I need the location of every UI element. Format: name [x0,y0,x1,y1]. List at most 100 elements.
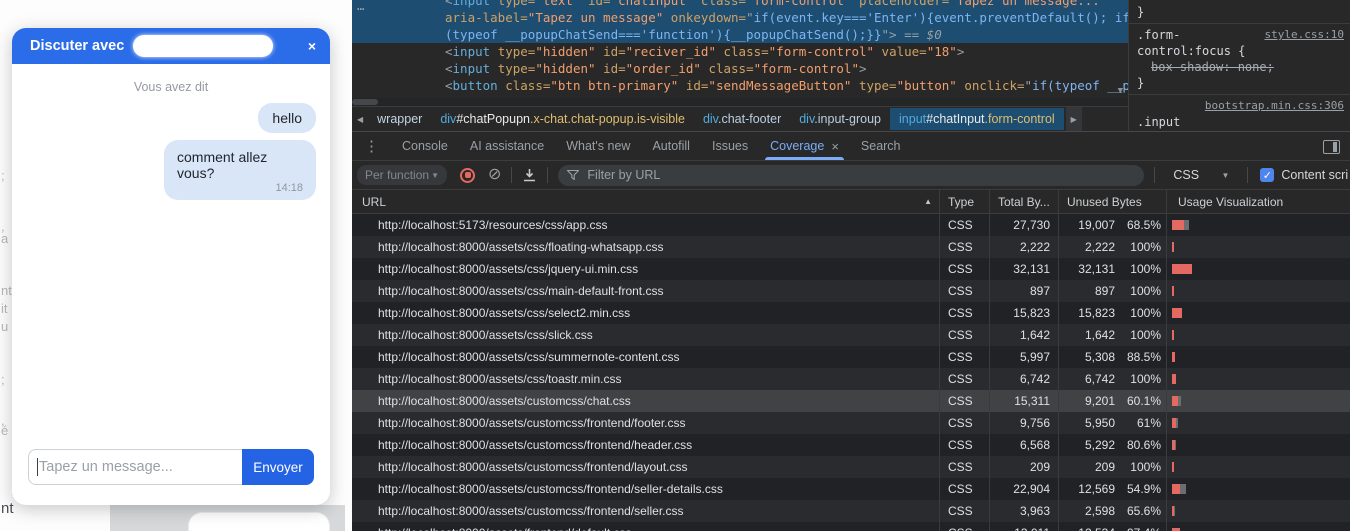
chat-message-time: 14:18 [275,182,303,194]
breadcrumb-item[interactable]: div#chatPopupn.x-chat.chat-popup.is-visi… [431,108,694,130]
cell-type: CSS [940,368,990,390]
dom-tree-node[interactable]: <input type="hidden" id="order_id" class… [445,60,1128,77]
cell-url: http://localhost:8000/assets/frontend/de… [352,522,940,531]
scroll-down-icon[interactable]: ▼ [1118,86,1123,96]
css-selector[interactable]: control:focus { [1137,43,1344,59]
table-row[interactable]: http://localhost:8000/assets/css/slick.c… [352,324,1350,346]
cell-unused-bytes: 12,53497.4% [1059,522,1167,531]
cell-unused-bytes: 2,222 100% [1059,236,1167,258]
column-header-type[interactable]: Type [940,190,990,213]
cell-unused-bytes: 1,642 100% [1059,324,1167,346]
cell-unused-bytes: 15,823 100% [1059,302,1167,324]
style-source-link[interactable]: style.css:10 [1265,27,1344,43]
cell-url: http://localhost:5173/resources/css/app.… [352,214,940,236]
dom-tree-node[interactable]: <button class="btn btn-primary" id="send… [445,77,1128,94]
table-row[interactable]: http://localhost:8000/assets/css/main-de… [352,280,1350,302]
cell-usage-visualization [1167,412,1350,434]
table-row[interactable]: http://localhost:8000/assets/css/select2… [352,302,1350,324]
table-row[interactable]: http://localhost:8000/assets/customcss/f… [352,478,1350,500]
coverage-scope-select[interactable]: Per function ▼ [357,165,447,185]
cell-unused-bytes: 5,308 88.5% [1059,346,1167,368]
cell-total-bytes: 3,963 [990,500,1059,522]
export-download-icon[interactable] [522,168,537,182]
content-scripts-checkbox[interactable]: ✓ [1260,168,1275,182]
table-row[interactable]: http://localhost:8000/assets/customcss/f… [352,500,1350,522]
table-row[interactable]: http://localhost:5173/resources/css/app.… [352,214,1350,236]
column-header-usage-visualization[interactable]: Usage Visualization [1167,190,1350,213]
cell-type: CSS [940,302,990,324]
column-header-total-bytes[interactable]: Total By... [990,190,1059,213]
table-row[interactable]: http://localhost:8000/assets/customcss/c… [352,390,1350,412]
css-selector[interactable]: .input [1137,114,1344,130]
tab-search[interactable]: Search [850,132,912,160]
usage-bar [1172,484,1186,494]
more-tabs-icon[interactable]: ⋮ [352,137,391,155]
column-header-unused-bytes[interactable]: Unused Bytes [1059,190,1167,213]
scrollbar-thumb[interactable] [352,99,378,105]
tab-ai-assistance[interactable]: AI assistance [459,132,555,160]
table-row[interactable]: http://localhost:8000/assets/customcss/f… [352,412,1350,434]
tab-autofill[interactable]: Autofill [641,132,701,160]
dom-tree-node[interactable]: <input type="text" id="chatInput" class=… [445,0,1128,9]
usage-bar [1172,242,1174,252]
breadcrumb-item[interactable]: input#chatInput.form-control [890,108,1064,130]
table-row[interactable]: http://localhost:8000/assets/css/summern… [352,346,1350,368]
chat-message-input[interactable] [28,449,242,485]
usage-bar [1172,352,1176,362]
coverage-table: URL ▲ Type Total By... Unused Bytes Usag… [352,190,1350,531]
sort-ascending-icon: ▲ [924,197,932,206]
filter-by-url-input[interactable]: Filter by URL [558,164,1145,186]
cell-usage-visualization [1167,346,1350,368]
breadcrumb-item[interactable]: div.chat-footer [694,108,790,130]
close-icon[interactable]: × [831,139,839,154]
page-text-fragment: nt [1,283,12,298]
column-label: Usage Visualization [1178,194,1284,209]
cell-unused-bytes: 897 100% [1059,280,1167,302]
collapsed-ellipsis[interactable]: … [357,0,366,13]
table-row[interactable]: http://localhost:8000/assets/css/floatin… [352,236,1350,258]
tab-what-s-new[interactable]: What's new [555,132,641,160]
table-row[interactable]: http://localhost:8000/assets/customcss/f… [352,434,1350,456]
page-text-fragment: nt [1,500,14,517]
cell-url: http://localhost:8000/assets/css/slick.c… [352,324,940,346]
cell-url: http://localhost:8000/assets/customcss/c… [352,390,940,412]
close-icon[interactable]: × [308,38,316,54]
breadcrumb-scroll-right-icon[interactable]: ▶ [1065,107,1082,131]
style-source-link[interactable]: bootstrap.min.css:306 [1205,98,1344,114]
cell-unused-bytes: 2,598 65.6% [1059,500,1167,522]
clear-coverage-icon[interactable]: ⊘ [488,167,501,183]
record-coverage-icon[interactable] [460,167,475,183]
table-row[interactable]: http://localhost:8000/assets/css/jquery-… [352,258,1350,280]
table-row[interactable]: http://localhost:8000/assets/frontend/de… [352,522,1350,531]
dock-side-icon[interactable] [1323,140,1340,154]
css-declaration-strikethrough[interactable]: box-shadow: none; [1137,59,1344,75]
send-button[interactable]: Envoyer [242,449,314,485]
cell-url: http://localhost:8000/assets/css/summern… [352,346,940,368]
chat-title: Discuter avec [30,38,125,54]
dom-tree-node[interactable]: <input type="hidden" id="reciver_id" cla… [445,43,1128,60]
dom-tree-node[interactable]: (typeof __popupChatSend==='function'){__… [445,26,1128,43]
column-label: URL [362,194,387,209]
css-selector[interactable]: .form- [1137,28,1180,42]
tab-coverage[interactable]: Coverage × [759,132,850,160]
breadcrumb-scroll-left-icon[interactable]: ◀ [352,115,368,124]
cell-unused-bytes: 32,131 100% [1059,258,1167,280]
table-header-row: URL ▲ Type Total By... Unused Bytes Usag… [352,190,1350,214]
dom-tree-node[interactable]: aria-label="Tapez un message" onkeydown=… [445,9,1128,26]
tab-console[interactable]: Console [391,132,459,160]
toolbar-divider [1154,167,1156,183]
tab-issues[interactable]: Issues [701,132,759,160]
breadcrumb-item[interactable]: div.input-group [790,108,890,130]
cell-type: CSS [940,280,990,302]
chat-message-bubble: comment allez vous? 14:18 [164,140,316,200]
column-header-url[interactable]: URL ▲ [352,190,940,213]
cell-usage-visualization [1167,434,1350,456]
chat-header: Discuter avec × [12,28,330,64]
type-filter-select[interactable]: CSS ▼ [1165,168,1237,182]
table-row[interactable]: http://localhost:8000/assets/css/toastr.… [352,368,1350,390]
type-select-value: CSS [1173,168,1200,182]
table-row[interactable]: http://localhost:8000/assets/customcss/f… [352,456,1350,478]
breadcrumb-item[interactable]: wrapper [368,108,431,130]
horizontal-scrollbar[interactable] [352,98,1128,106]
chat-message-text: comment allez vous? [177,149,268,181]
